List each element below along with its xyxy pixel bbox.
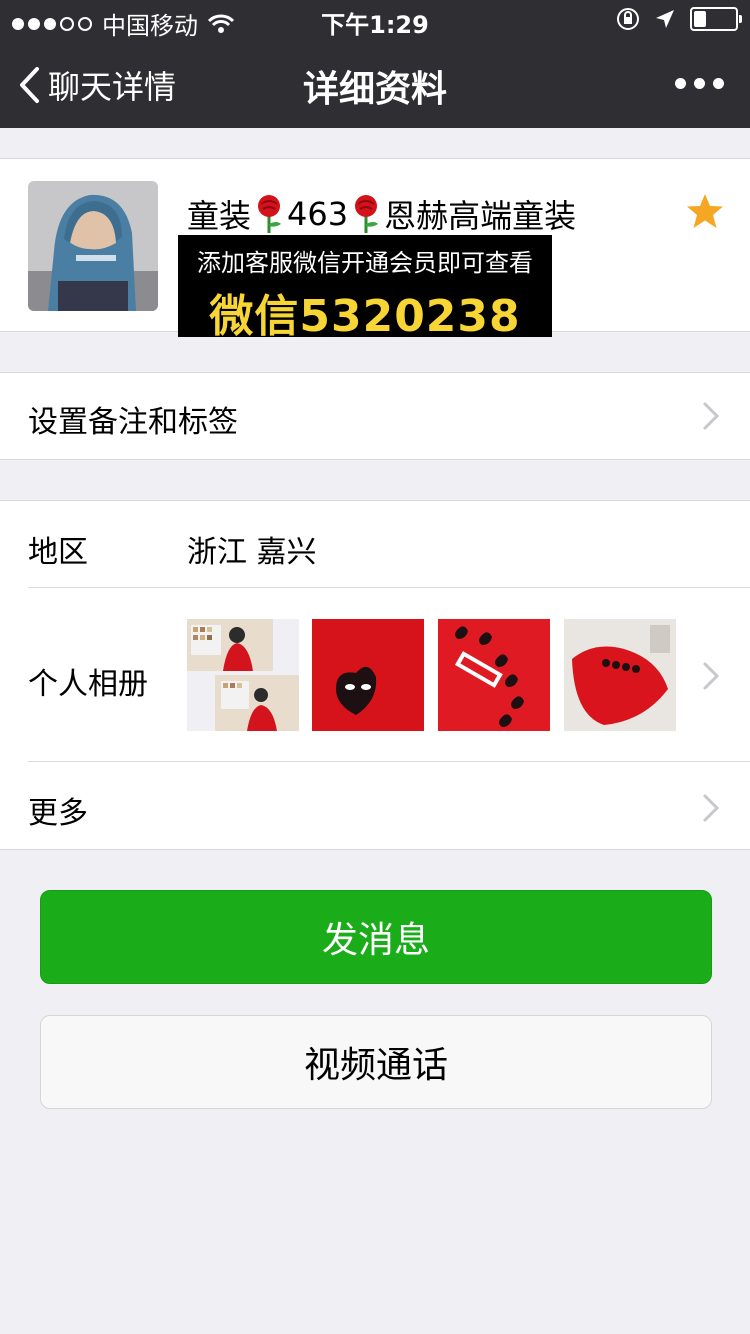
status-right	[616, 7, 742, 31]
chevron-right-icon	[703, 402, 720, 430]
send-message-button[interactable]: 发消息	[40, 890, 712, 984]
nickname-number: 463	[287, 195, 349, 233]
status-bar: 中国移动 下午1:29	[0, 0, 750, 40]
video-call-button[interactable]: 视频通话	[40, 1015, 712, 1109]
divider	[28, 587, 750, 588]
rose-icon	[258, 195, 282, 233]
nickname-prefix: 童装	[187, 197, 252, 235]
album-thumbnail	[187, 619, 299, 731]
rose-icon	[355, 195, 379, 233]
avatar[interactable]	[28, 181, 158, 311]
battery-icon	[690, 7, 742, 31]
region-label: 地区	[28, 535, 88, 570]
promo-line-2: 微信5320238	[209, 291, 521, 342]
location-arrow-icon	[656, 10, 674, 28]
region-value: 浙江 嘉兴	[187, 535, 317, 570]
profile-card: 童装 463 恩赫高端童装 添加客服微信开通会员即可查看 微信5320238	[0, 158, 750, 342]
nickname-suffix: 恩赫高端童装	[384, 197, 577, 235]
nickname: 童装 463 恩赫高端童装	[187, 191, 576, 237]
more-options-icon[interactable]	[675, 78, 724, 89]
chevron-right-icon	[703, 662, 720, 690]
info-group: 地区 浙江 嘉兴 个人相册 更多	[0, 500, 750, 850]
set-remark-label: 设置备注和标签	[28, 405, 238, 440]
album-thumbnail	[564, 619, 676, 731]
orientation-lock-icon	[617, 8, 639, 30]
album-label: 个人相册	[28, 667, 148, 702]
star-icon[interactable]	[686, 193, 724, 229]
set-remark-row[interactable]: 设置备注和标签	[0, 372, 750, 460]
promo-line-1: 添加客服微信开通会员即可查看	[197, 249, 533, 277]
album-thumbnail	[438, 619, 550, 731]
page-title: 详细资料	[302, 69, 447, 110]
more-label: 更多	[28, 796, 88, 831]
nav-bar: 聊天详情 详细资料	[0, 40, 750, 128]
divider	[28, 761, 750, 762]
chevron-right-icon	[703, 794, 720, 822]
promo-overlay: 添加客服微信开通会员即可查看 微信5320238	[178, 235, 552, 342]
album-thumbnail	[312, 619, 424, 731]
